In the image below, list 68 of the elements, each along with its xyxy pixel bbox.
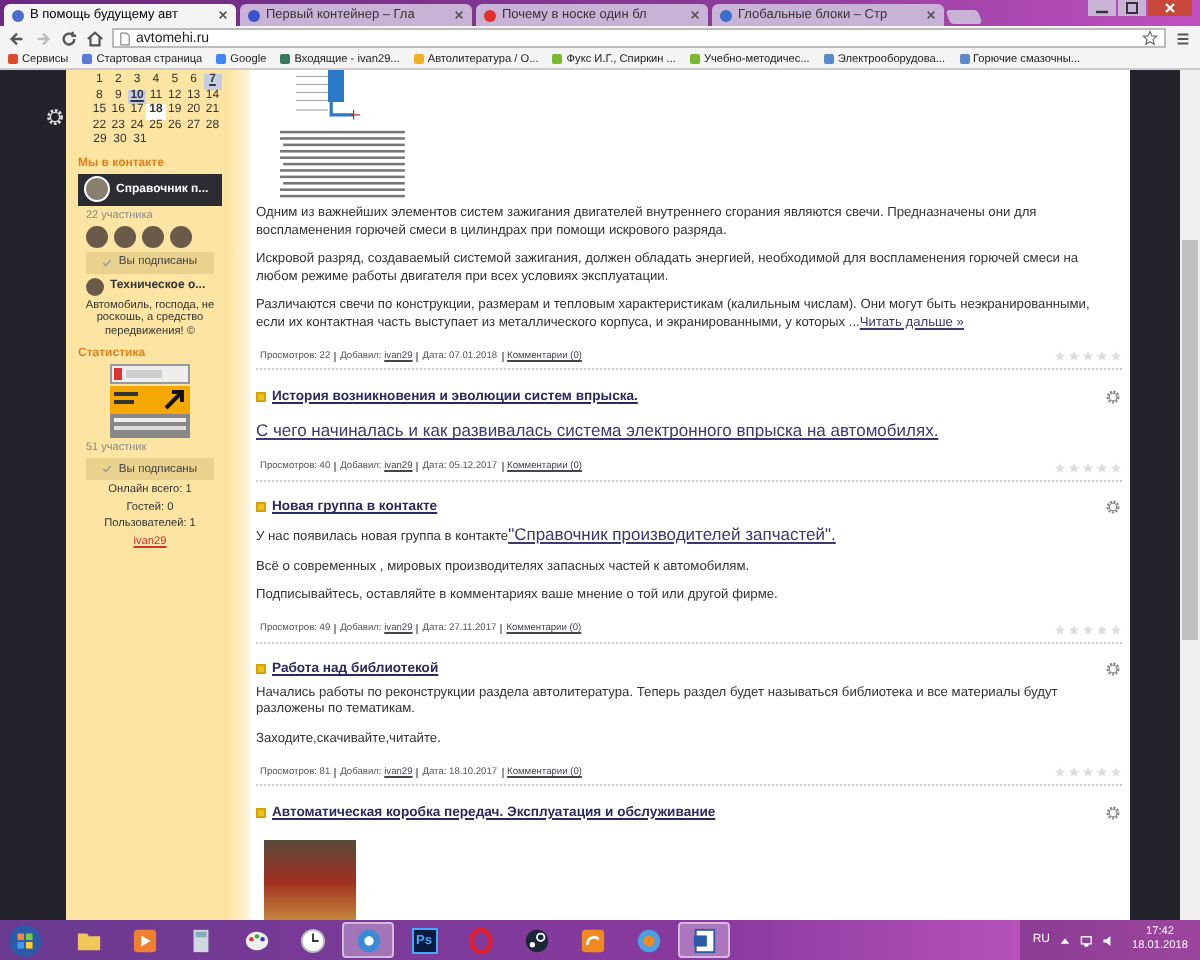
star-icon[interactable] bbox=[1054, 461, 1066, 474]
chat-icon bbox=[635, 927, 661, 953]
squirrel-icon bbox=[579, 927, 605, 953]
rating-stars[interactable] bbox=[1054, 461, 1122, 474]
rating-stars[interactable] bbox=[1054, 766, 1122, 779]
avatar-placeholder bbox=[142, 225, 164, 247]
close-icon[interactable] bbox=[218, 10, 228, 20]
menu-icon[interactable] bbox=[1174, 29, 1192, 47]
star-icon[interactable] bbox=[1082, 623, 1094, 636]
avatar-placeholder bbox=[114, 225, 136, 247]
new-tab-button[interactable] bbox=[945, 10, 983, 24]
close-icon[interactable] bbox=[690, 10, 700, 20]
star-icon[interactable] bbox=[1082, 766, 1094, 779]
star-icon[interactable] bbox=[1068, 766, 1080, 779]
speaker-icon[interactable] bbox=[1102, 933, 1116, 947]
star-icon[interactable] bbox=[1110, 461, 1122, 474]
home-icon[interactable] bbox=[86, 29, 104, 47]
browser-icon bbox=[355, 927, 381, 953]
taskbar-app-button[interactable] bbox=[678, 922, 730, 958]
star-icon[interactable] bbox=[1082, 461, 1094, 474]
rating-stars[interactable] bbox=[1054, 623, 1122, 636]
star-icon[interactable] bbox=[1110, 623, 1122, 636]
reload-icon[interactable] bbox=[60, 29, 78, 47]
caret-icon[interactable] bbox=[1058, 933, 1072, 947]
post-link[interactable]: "Справочник производителей запчастей". bbox=[508, 523, 836, 544]
star-icon[interactable] bbox=[1110, 350, 1122, 363]
play-icon bbox=[131, 927, 157, 953]
star-icon[interactable] bbox=[1054, 350, 1066, 363]
avatar-placeholder bbox=[170, 225, 192, 247]
bookmark-star-icon[interactable] bbox=[1142, 30, 1158, 46]
palette-icon bbox=[243, 927, 269, 953]
star-icon[interactable] bbox=[1096, 623, 1108, 636]
network-icon[interactable] bbox=[1080, 933, 1094, 947]
bullet-icon bbox=[256, 664, 266, 675]
document-icon bbox=[691, 927, 717, 953]
bullet-icon bbox=[256, 502, 266, 513]
close-icon[interactable] bbox=[1148, 0, 1192, 16]
clock-icon bbox=[299, 927, 325, 953]
close-icon[interactable] bbox=[926, 10, 936, 20]
check-icon bbox=[102, 257, 113, 267]
avatar-placeholder bbox=[84, 176, 110, 202]
back-icon[interactable] bbox=[8, 29, 26, 47]
star-icon[interactable] bbox=[1096, 461, 1108, 474]
star-icon[interactable] bbox=[1068, 623, 1080, 636]
star-icon[interactable] bbox=[1068, 461, 1080, 474]
star-icon[interactable] bbox=[1096, 350, 1108, 363]
steam-icon bbox=[523, 927, 549, 953]
star-icon[interactable] bbox=[1110, 766, 1122, 779]
scrollbar[interactable] bbox=[1180, 70, 1200, 920]
star-icon[interactable] bbox=[1054, 623, 1066, 636]
maximize-icon[interactable] bbox=[1118, 0, 1146, 16]
scrollbar-thumb[interactable] bbox=[1182, 240, 1198, 640]
star-icon[interactable] bbox=[1096, 766, 1108, 779]
start-button[interactable] bbox=[8, 923, 42, 957]
ring-icon bbox=[467, 927, 493, 953]
minimize-icon[interactable] bbox=[1088, 0, 1116, 16]
bullet-icon bbox=[256, 391, 266, 402]
avatar-placeholder bbox=[86, 277, 104, 295]
star-icon[interactable] bbox=[1082, 350, 1094, 363]
avatar-placeholder bbox=[86, 225, 108, 247]
close-icon[interactable] bbox=[454, 10, 464, 20]
rating-stars[interactable] bbox=[1054, 350, 1122, 363]
post-link[interactable]: С чего начиналась и как развивалась система электронного впрыска на автомобилях. bbox=[256, 420, 1122, 444]
bullet-icon bbox=[256, 807, 266, 818]
page-icon bbox=[120, 31, 130, 45]
star-icon[interactable] bbox=[1068, 350, 1080, 363]
star-icon[interactable] bbox=[1054, 766, 1066, 779]
check-icon bbox=[102, 464, 113, 475]
